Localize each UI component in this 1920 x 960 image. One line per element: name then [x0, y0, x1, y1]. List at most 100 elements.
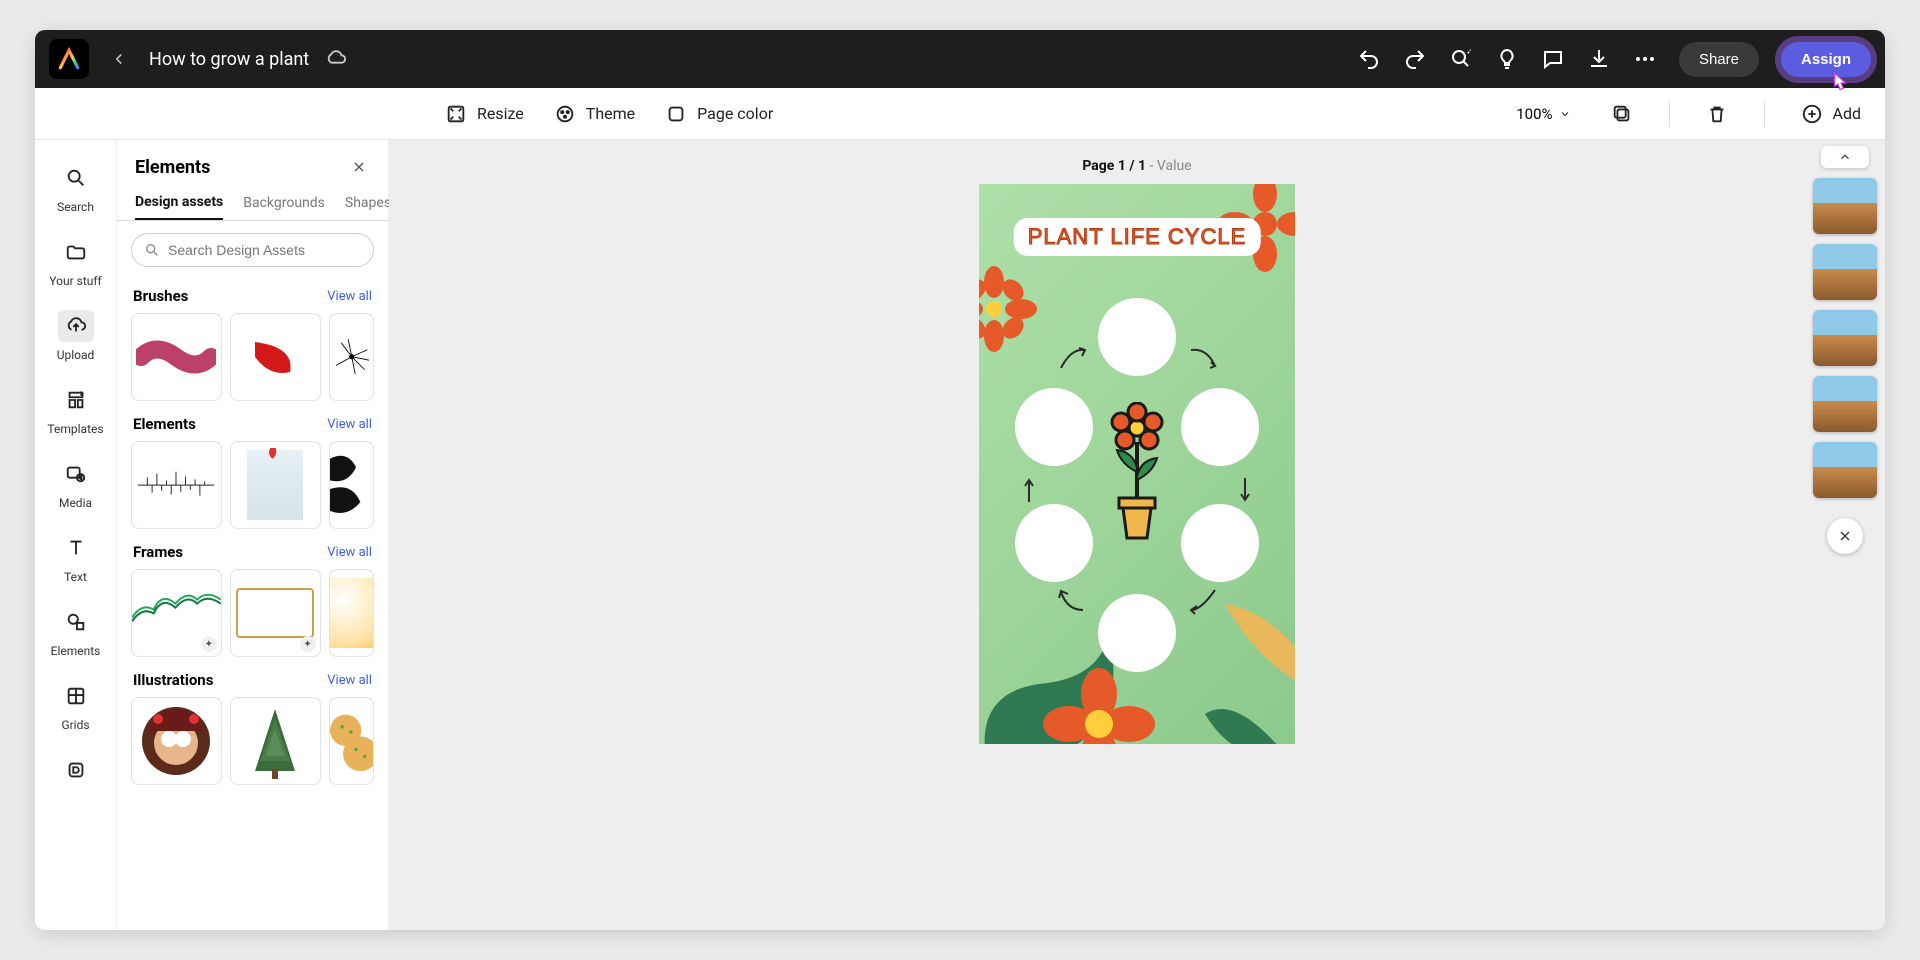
page-color-button[interactable]: Page color	[665, 103, 773, 125]
search-icon	[65, 167, 87, 189]
redo-icon[interactable]	[1403, 47, 1427, 71]
rail-text[interactable]: Text	[41, 524, 111, 592]
rail-label: Search	[57, 200, 94, 214]
page-thumbnail[interactable]	[1813, 244, 1877, 300]
panel-title: Elements	[135, 157, 210, 178]
view-all-frames[interactable]: View all	[327, 545, 372, 560]
cycle-slot[interactable]	[1015, 388, 1093, 466]
view-all-illustrations[interactable]: View all	[327, 673, 372, 688]
panel-search-input[interactable]	[168, 242, 361, 258]
flower-pot-icon[interactable]	[1107, 402, 1167, 542]
tab-shapes[interactable]: Shapes	[345, 187, 391, 219]
document-title[interactable]: How to grow a plant	[149, 49, 309, 70]
rail-media[interactable]: Media	[41, 450, 111, 518]
media-icon	[65, 463, 87, 485]
close-thumbnails-button[interactable]	[1827, 518, 1863, 554]
brush-thumb[interactable]	[329, 313, 374, 401]
tab-backgrounds[interactable]: Backgrounds	[243, 187, 325, 219]
cycle-slot[interactable]	[1181, 388, 1259, 466]
rail-grids[interactable]: Grids	[41, 672, 111, 740]
page-thumbnail-strip	[1805, 140, 1885, 930]
comment-icon[interactable]	[1541, 47, 1565, 71]
chevron-down-icon	[1559, 108, 1571, 120]
spark-icon[interactable]	[1449, 47, 1473, 71]
flower-decor-icon	[979, 264, 1039, 354]
frame-thumb[interactable]	[329, 569, 374, 657]
artboard-title-text: PLANT LIFE CYCLE	[1028, 224, 1247, 250]
undo-icon[interactable]	[1357, 47, 1381, 71]
rail-search[interactable]: Search	[41, 154, 111, 222]
section-title-frames: Frames	[133, 543, 183, 561]
close-icon	[1837, 528, 1853, 544]
rail-label: Elements	[51, 644, 101, 658]
rail-upload[interactable]: Upload	[41, 302, 111, 370]
download-icon[interactable]	[1587, 47, 1611, 71]
search-icon	[144, 242, 160, 258]
frame-thumb[interactable]: ✦	[230, 569, 321, 657]
artboard[interactable]: PLANT LIFE CYCLE	[979, 184, 1295, 744]
upload-cloud-icon	[65, 315, 87, 337]
rail-label: Text	[64, 570, 87, 584]
canvas[interactable]: Page 1 / 1 - Value PLANT LIFE CYCLE	[389, 140, 1885, 930]
section-title-illustrations: Illustrations	[133, 671, 213, 689]
brush-thumb[interactable]	[230, 313, 321, 401]
cycle-slot[interactable]	[1015, 504, 1093, 582]
topbar: How to grow a plant Share Assign	[35, 30, 1885, 88]
collapse-thumbnails-button[interactable]	[1821, 146, 1869, 168]
page-thumbnail[interactable]	[1813, 376, 1877, 432]
cycle-slot[interactable]	[1098, 298, 1176, 376]
animated-badge-icon: ✦	[300, 636, 316, 652]
back-button[interactable]	[105, 45, 133, 73]
cycle-slot[interactable]	[1181, 504, 1259, 582]
rail-elements[interactable]: Elements	[41, 598, 111, 666]
zoom-dropdown[interactable]: 100%	[1516, 105, 1570, 123]
element-thumb[interactable]	[131, 441, 222, 529]
artboard-title-badge[interactable]: PLANT LIFE CYCLE	[1014, 218, 1261, 256]
rail-label: Grids	[61, 718, 89, 732]
rail-your-stuff[interactable]: Your stuff	[41, 228, 111, 296]
more-icon[interactable]	[1633, 47, 1657, 71]
view-all-elements[interactable]: View all	[327, 417, 372, 432]
close-panel-button[interactable]	[348, 156, 370, 178]
delete-page-icon[interactable]	[1706, 103, 1728, 125]
panel-search[interactable]	[131, 233, 374, 267]
element-thumb[interactable]	[230, 441, 321, 529]
page-color-icon	[665, 103, 687, 125]
illustration-thumb[interactable]	[329, 697, 374, 785]
flower-decor-icon	[1039, 664, 1159, 744]
zoom-value: 100%	[1516, 105, 1552, 123]
element-thumb[interactable]	[329, 441, 374, 529]
brush-thumb[interactable]	[131, 313, 222, 401]
page-thumbnail[interactable]	[1813, 178, 1877, 234]
section-title-brushes: Brushes	[133, 287, 188, 305]
duplicate-page-icon[interactable]	[1611, 103, 1633, 125]
page-thumbnail[interactable]	[1813, 310, 1877, 366]
share-button[interactable]: Share	[1679, 42, 1759, 77]
divider	[1764, 101, 1765, 127]
tips-icon[interactable]	[1495, 47, 1519, 71]
page-thumbnail[interactable]	[1813, 442, 1877, 498]
resize-label: Resize	[477, 104, 524, 123]
animated-badge-icon: ✦	[201, 636, 217, 652]
resize-icon	[445, 103, 467, 125]
context-toolbar: Resize Theme Page color 100% Add	[35, 88, 1885, 140]
topbar-actions: Share Assign	[1357, 42, 1871, 77]
shapes-icon	[65, 611, 87, 633]
illustration-thumb[interactable]	[131, 697, 222, 785]
cloud-sync-icon[interactable]	[325, 48, 347, 70]
text-icon	[65, 537, 87, 559]
illustration-thumb[interactable]	[230, 697, 321, 785]
tab-design-assets[interactable]: Design assets	[135, 186, 223, 220]
rail-templates[interactable]: Templates	[41, 376, 111, 444]
add-page-button[interactable]: Add	[1801, 103, 1861, 125]
theme-label: Theme	[586, 104, 635, 123]
theme-button[interactable]: Theme	[554, 103, 635, 125]
rail-label: Templates	[47, 422, 103, 436]
view-all-brushes[interactable]: View all	[327, 289, 372, 304]
resize-button[interactable]: Resize	[445, 103, 524, 125]
rail-brands[interactable]	[41, 746, 111, 794]
app-logo[interactable]	[49, 39, 89, 79]
theme-icon	[554, 103, 576, 125]
frame-thumb[interactable]: ✦	[131, 569, 222, 657]
cycle-slot[interactable]	[1098, 594, 1176, 672]
